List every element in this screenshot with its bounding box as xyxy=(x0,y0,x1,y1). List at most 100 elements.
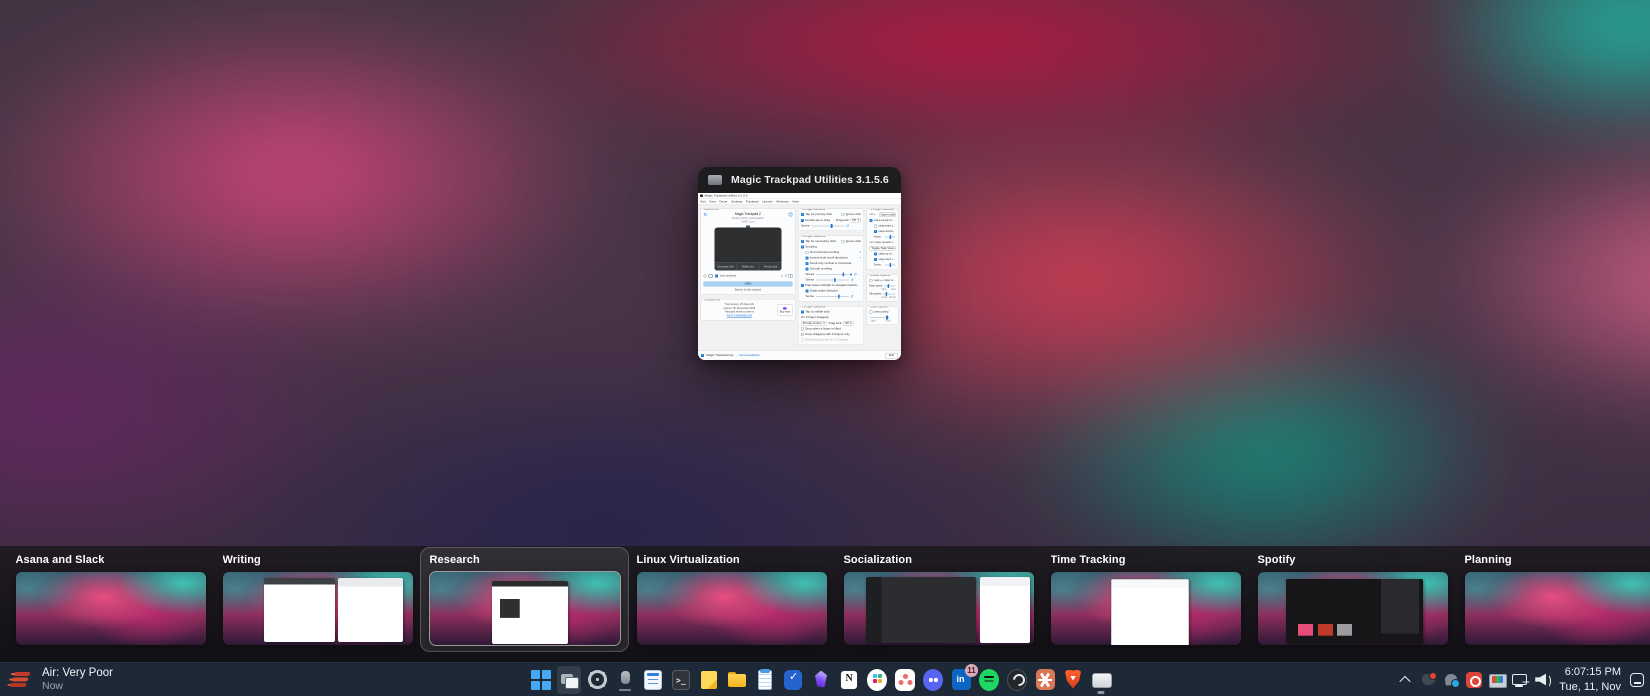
checkbox-scroll-only-vertical-or-horizontal[interactable] xyxy=(805,262,809,265)
checkbox-fast-swipe-left-right-to-navigate-back-for[interactable] xyxy=(801,284,804,287)
buy-now-button[interactable]: Buy now xyxy=(777,304,793,316)
copilot-icon[interactable] xyxy=(1419,670,1438,690)
exit-button[interactable]: Exit xyxy=(884,352,898,359)
slider-min-pointer[interactable] xyxy=(882,292,896,296)
checkbox-no-horizontal-scrolling[interactable] xyxy=(805,251,809,254)
checkbox-live-touches[interactable] xyxy=(714,274,718,278)
recorder-icon[interactable] xyxy=(613,666,637,694)
slider-sense[interactable] xyxy=(815,278,849,282)
checkbox-swipe-animation[interactable] xyxy=(874,230,877,233)
reset-icon[interactable]: ↺ xyxy=(851,278,854,283)
select-open-notifications[interactable]: Open notifications xyxy=(878,212,896,217)
checkbox-swap-swipe-direction[interactable] xyxy=(874,224,877,228)
volume-icon[interactable] xyxy=(1534,670,1552,690)
spotify-icon[interactable] xyxy=(977,666,1001,694)
discord-icon[interactable] xyxy=(921,666,945,694)
desktop-research[interactable]: Research xyxy=(420,547,629,652)
checkbox-swipe-up-to-toggle-task-view[interactable] xyxy=(874,252,877,256)
file-explorer-icon[interactable] xyxy=(725,666,749,694)
notepad-icon[interactable] xyxy=(753,666,777,694)
calculator-icon[interactable] xyxy=(641,666,665,694)
give-feedback-link[interactable]: Give Feedback xyxy=(739,354,759,357)
reset-icon[interactable]: ↺ xyxy=(851,295,854,299)
hint-icon[interactable]: ? xyxy=(859,251,861,254)
slider-sense[interactable] xyxy=(884,235,896,239)
sticky-notes-icon[interactable] xyxy=(697,666,721,694)
desktop-time-tracking[interactable]: Time Tracking xyxy=(1042,548,1249,651)
slider-sense[interactable] xyxy=(884,263,896,267)
menu-item-settings[interactable]: Settings xyxy=(731,200,742,204)
menu-item-exit[interactable]: Exit xyxy=(701,200,706,204)
select-toggle-task-view-and-desktop-view[interactable]: Toggle Task View and Desktop View xyxy=(869,246,896,251)
checkbox-tap-for-primary-click[interactable] xyxy=(801,213,804,216)
serial-link[interactable]: AAVT1-34AWSE1234 xyxy=(704,314,776,317)
desktop-thumbnail[interactable] xyxy=(15,572,206,645)
checkbox-swipe-down-to-toggle-desktop-view[interactable] xyxy=(874,258,877,261)
select-off[interactable]: Off xyxy=(843,321,854,326)
notion-icon[interactable] xyxy=(837,666,861,694)
slider-sense[interactable] xyxy=(811,224,845,228)
menu-item-driver[interactable]: Driver xyxy=(719,200,727,204)
checkbox-end-drag-lock-with-1-or-2-fingers[interactable] xyxy=(801,338,804,342)
linkedin-icon[interactable]: 11 xyxy=(949,663,978,694)
slider-speed[interactable] xyxy=(815,272,849,277)
checkbox-ignore-click[interactable] xyxy=(841,240,845,243)
desktop-thumbnail[interactable] xyxy=(636,572,827,645)
reset-icon[interactable]: ↺ xyxy=(854,273,857,277)
checkbox-ignore-click[interactable] xyxy=(841,213,845,216)
desktop-thumbnail[interactable] xyxy=(222,572,413,645)
select-primary-button[interactable]: Primary button xyxy=(801,321,827,326)
menu-item-license[interactable]: License xyxy=(762,200,773,204)
asana-icon[interactable] xyxy=(893,666,917,694)
notification-center-icon[interactable] xyxy=(1628,670,1646,690)
powertoys-icon[interactable] xyxy=(1465,670,1483,690)
refresh-icon[interactable]: ↻ xyxy=(704,212,708,218)
page-button-3[interactable]: 3 xyxy=(788,274,793,278)
desktop-thumbnail[interactable] xyxy=(1464,572,1650,645)
select-off[interactable]: Off xyxy=(850,218,861,223)
obsidian-icon[interactable] xyxy=(809,666,833,694)
checkbox-silent-clicking[interactable] xyxy=(869,310,873,314)
menu-item-help[interactable]: Help xyxy=(792,200,798,204)
desktop-thumbnail[interactable] xyxy=(1050,572,1241,645)
page-button-2[interactable]: 2 xyxy=(784,275,787,278)
desktop-planning[interactable]: Planning xyxy=(1456,548,1650,651)
cloud-app-icon[interactable] xyxy=(1442,670,1461,690)
checkbox-double-tap-to-drag[interactable] xyxy=(801,218,804,222)
trackpad-utilities-window-icon[interactable] xyxy=(1089,666,1113,694)
taskbar-clock[interactable]: 6:07:15 PM Tue, 11, Nov xyxy=(1559,665,1621,694)
desktop-thumbnail[interactable] xyxy=(428,571,621,646)
menu-item-view[interactable]: View xyxy=(709,200,716,204)
slack-icon[interactable] xyxy=(865,666,889,694)
desktop-spotify[interactable]: Spotify xyxy=(1249,548,1456,651)
reset-icon[interactable]: ↺ xyxy=(846,224,849,229)
brave-icon[interactable] xyxy=(1061,666,1085,694)
magic-trackpad-utilities-window[interactable]: Magic Trackpad Utilities 3.1.5.6 Magic T… xyxy=(698,167,901,360)
checkbox-drop-when-a-finger-is-lifted[interactable] xyxy=(801,327,804,331)
todo-icon[interactable] xyxy=(781,666,805,694)
device-settings-icon[interactable]: i xyxy=(788,212,793,217)
window-titlebar[interactable]: Magic Trackpad Utilities 3.1.5.6 xyxy=(698,167,901,193)
start-icon[interactable] xyxy=(529,666,553,694)
desktop-writing[interactable]: Writing xyxy=(214,548,421,651)
task-view-icon[interactable] xyxy=(557,665,581,694)
slider-base-speed[interactable] xyxy=(883,284,896,288)
checkbox-tap-to-middle-click[interactable] xyxy=(801,310,804,314)
menu-item-windows[interactable]: Windows xyxy=(776,200,789,204)
radio-button-icon[interactable] xyxy=(703,274,707,278)
terminal-icon[interactable] xyxy=(669,666,693,694)
checkbox-swap-swipe-direction[interactable] xyxy=(805,289,809,293)
page-button-1[interactable]: 1 xyxy=(780,275,783,278)
settings-icon[interactable] xyxy=(585,666,609,694)
checkbox-scrolling[interactable] xyxy=(801,245,804,249)
menu-item-trackpad[interactable]: Trackpad xyxy=(746,200,759,204)
keyboard-icon[interactable] xyxy=(708,274,713,278)
hidden-icons-chevron-icon[interactable] xyxy=(1396,670,1414,690)
desktop-thumbnail[interactable] xyxy=(1257,572,1448,645)
checkbox-keep-dragging-with-3-fingers-only[interactable] xyxy=(801,333,804,336)
slider-sense[interactable] xyxy=(815,294,849,299)
checkbox-tap-for-secondary-click[interactable] xyxy=(801,240,804,243)
desktop-linux-virtualization[interactable]: Linux Virtualization xyxy=(628,548,835,651)
network-icon[interactable] xyxy=(1511,670,1529,690)
desktop-asana-and-slack[interactable]: Asana and Slack xyxy=(7,548,214,651)
